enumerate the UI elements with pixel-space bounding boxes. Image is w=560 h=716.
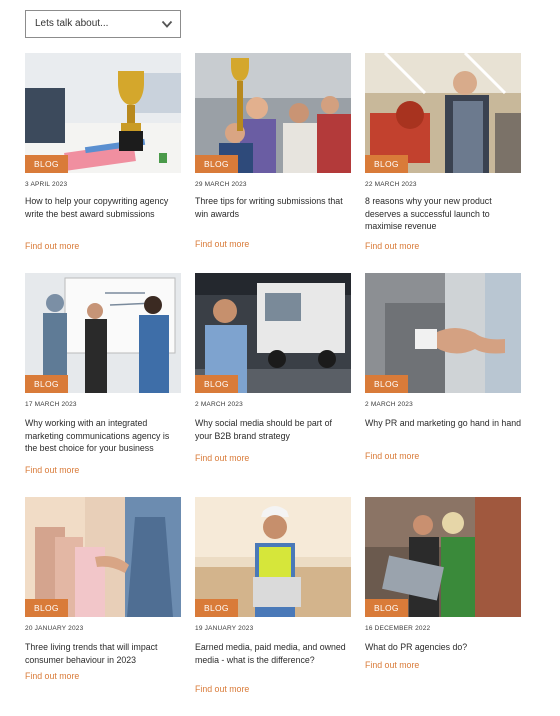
- find-out-more-link[interactable]: Find out more: [365, 241, 419, 251]
- blog-card: BLOG 17 MARCH 2023 Why working with an i…: [25, 273, 181, 475]
- blog-card-image[interactable]: BLOG: [25, 273, 181, 393]
- post-date: 3 APRIL 2023: [25, 181, 68, 188]
- post-title[interactable]: Earned media, paid media, and owned medi…: [195, 641, 351, 666]
- post-title[interactable]: How to help your copywriting agency writ…: [25, 195, 181, 220]
- blog-card: BLOG 22 MARCH 2023 8 reasons why your ne…: [365, 53, 521, 251]
- blog-card-image[interactable]: BLOG: [195, 273, 351, 393]
- find-out-more-link[interactable]: Find out more: [365, 451, 419, 461]
- blog-card-image[interactable]: BLOG: [25, 53, 181, 173]
- blog-badge: BLOG: [25, 599, 68, 617]
- post-date: 19 JANUARY 2023: [195, 625, 254, 632]
- blog-badge: BLOG: [365, 375, 408, 393]
- blog-card-image[interactable]: BLOG: [195, 53, 351, 173]
- post-title[interactable]: Why PR and marketing go hand in hand: [365, 417, 521, 430]
- post-title[interactable]: Three tips for writing submissions that …: [195, 195, 351, 220]
- find-out-more-link[interactable]: Find out more: [195, 453, 249, 463]
- post-date: 2 MARCH 2023: [195, 401, 243, 408]
- blog-card: BLOG 3 APRIL 2023 How to help your copyw…: [25, 53, 181, 251]
- blog-badge: BLOG: [25, 375, 68, 393]
- blog-card: BLOG 2 MARCH 2023 Why social media shoul…: [195, 273, 351, 463]
- post-title[interactable]: Why social media should be part of your …: [195, 417, 351, 442]
- blog-card-image[interactable]: BLOG: [365, 497, 521, 617]
- find-out-more-link[interactable]: Find out more: [25, 241, 79, 251]
- blog-card-image[interactable]: BLOG: [25, 497, 181, 617]
- find-out-more-link[interactable]: Find out more: [195, 239, 249, 249]
- blog-card: BLOG 20 JANUARY 2023 Three living trends…: [25, 497, 181, 681]
- topic-filter-label: Lets talk about...: [35, 18, 109, 29]
- find-out-more-link[interactable]: Find out more: [25, 671, 79, 681]
- post-date: 29 MARCH 2023: [195, 181, 247, 188]
- blog-badge: BLOG: [25, 155, 68, 173]
- topic-filter-dropdown[interactable]: Lets talk about...: [25, 10, 181, 38]
- blog-card-image[interactable]: BLOG: [365, 53, 521, 173]
- find-out-more-link[interactable]: Find out more: [195, 684, 249, 694]
- blog-badge: BLOG: [365, 155, 408, 173]
- blog-card-image[interactable]: BLOG: [195, 497, 351, 617]
- blog-card: BLOG 2 MARCH 2023 Why PR and marketing g…: [365, 273, 521, 461]
- post-date: 20 JANUARY 2023: [25, 625, 84, 632]
- post-title[interactable]: Three living trends that will impact con…: [25, 641, 181, 666]
- post-date: 17 MARCH 2023: [25, 401, 77, 408]
- blog-card: BLOG 16 DECEMBER 2022 What do PR agencie…: [365, 497, 521, 670]
- find-out-more-link[interactable]: Find out more: [365, 660, 419, 670]
- blog-card-image[interactable]: BLOG: [365, 273, 521, 393]
- blog-card: BLOG 19 JANUARY 2023 Earned media, paid …: [195, 497, 351, 694]
- post-title[interactable]: 8 reasons why your new product deserves …: [365, 195, 521, 233]
- blog-badge: BLOG: [195, 599, 238, 617]
- find-out-more-link[interactable]: Find out more: [25, 465, 79, 475]
- blog-badge: BLOG: [195, 375, 238, 393]
- blog-badge: BLOG: [195, 155, 238, 173]
- chevron-down-icon: [161, 20, 173, 28]
- blog-badge: BLOG: [365, 599, 408, 617]
- blog-card: BLOG 29 MARCH 2023 Three tips for writin…: [195, 53, 351, 249]
- post-title[interactable]: Why working with an integrated marketing…: [25, 417, 181, 455]
- post-date: 2 MARCH 2023: [365, 401, 413, 408]
- post-date: 22 MARCH 2023: [365, 181, 417, 188]
- post-date: 16 DECEMBER 2022: [365, 625, 431, 632]
- post-title[interactable]: What do PR agencies do?: [365, 641, 521, 654]
